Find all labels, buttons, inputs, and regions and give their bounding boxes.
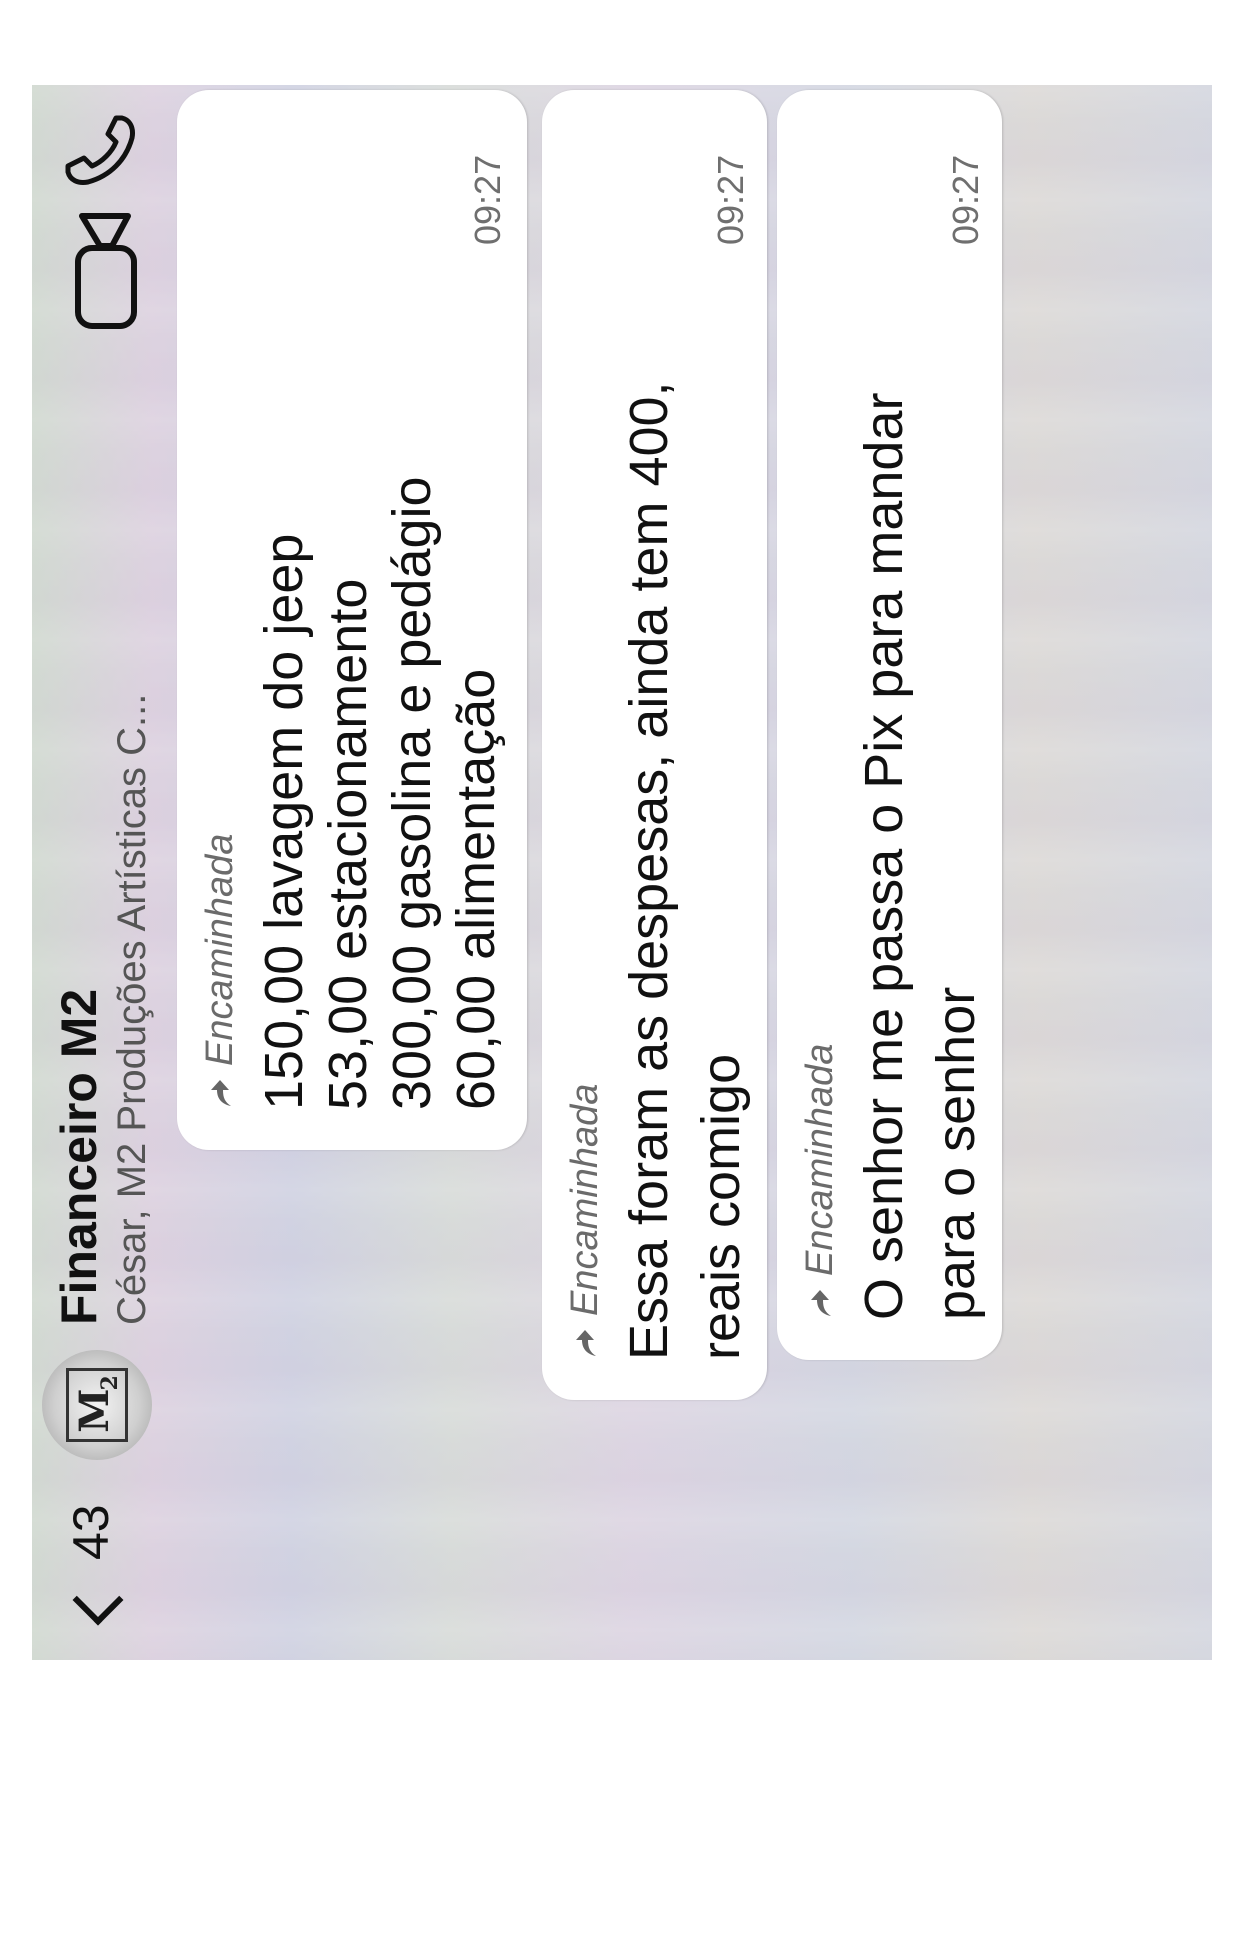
back-unread-count[interactable]: 43 — [62, 1504, 120, 1560]
message-bubble[interactable]: Encaminhada O senhor me passa o Pix para… — [777, 90, 1002, 1360]
chat-participants[interactable]: César, M2 Produções Artísticas C... — [110, 694, 155, 1325]
message-line: O senhor me passa o Pix para mandar — [854, 392, 914, 1320]
message-time: 09:27 — [945, 154, 986, 245]
message-line: 53,00 estacionamento — [318, 578, 378, 1110]
message-time: 09:27 — [710, 154, 751, 245]
printed-screenshot: 43 M2 Financeiro M2 César, M2 Produções … — [32, 85, 1212, 1660]
message-line: 300,00 gasolina e pedágio — [382, 476, 442, 1110]
video-call-icon[interactable] — [70, 210, 140, 330]
chat-title[interactable]: Financeiro M2 — [50, 989, 108, 1325]
forward-arrow-icon — [810, 1290, 831, 1316]
message-bubble[interactable]: Encaminhada Essa foram as despesas, aind… — [542, 90, 767, 1400]
message-line: 60,00 alimentação — [446, 668, 506, 1110]
chat-header: 43 M2 Financeiro M2 César, M2 Produções … — [32, 85, 162, 1660]
forward-arrow-icon — [575, 1330, 596, 1356]
chevron-left-icon[interactable] — [72, 1574, 124, 1626]
forwarded-label: Encaminhada — [199, 834, 242, 1110]
message-bubble[interactable]: Encaminhada 150,00 lavagem do jeep 53,00… — [177, 90, 527, 1150]
forward-arrow-icon — [210, 1080, 231, 1106]
forwarded-label: Encaminhada — [799, 1044, 842, 1320]
avatar[interactable]: M2 — [42, 1350, 152, 1460]
message-line: para o senhor — [926, 986, 986, 1320]
message-line: 150,00 lavagem do jeep — [254, 533, 314, 1110]
message-time: 09:27 — [467, 154, 508, 245]
phone-call-icon[interactable] — [60, 110, 140, 190]
chat-screen: 43 M2 Financeiro M2 César, M2 Produções … — [32, 85, 1212, 1660]
message-line: reais comigo — [691, 1053, 751, 1360]
avatar-logo: M2 — [66, 1368, 128, 1442]
forwarded-label: Encaminhada — [564, 1084, 607, 1360]
message-line: Essa foram as despesas, ainda tem 400, — [619, 381, 679, 1360]
